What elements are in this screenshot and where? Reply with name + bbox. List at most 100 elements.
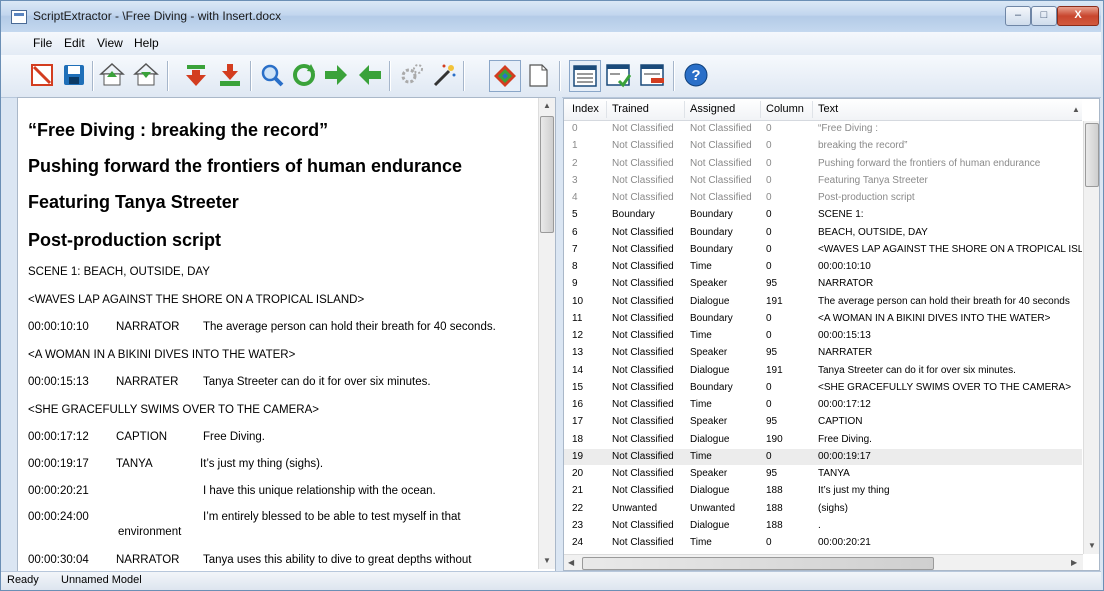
arrow-left-icon[interactable] [355,60,385,90]
diamond-icon[interactable] [489,60,521,92]
table-row[interactable]: 13 Not Classified Speaker 95 NARRATER [564,345,1082,361]
scroll-right-arrow-icon[interactable]: ▶ [1071,558,1077,567]
row-index: 10 [572,295,584,307]
table-row[interactable]: 8 Not Classified Time 0 00:00:10:10 [564,259,1082,275]
paragraph-table[interactable]: Index Trained Assigned Column Text ▲ 0 No… [563,98,1100,571]
refresh-icon[interactable] [289,60,319,90]
close-button[interactable]: X [1057,6,1099,26]
table-row[interactable]: 10 Not Classified Dialogue 191 The average p… [564,294,1082,310]
table-row[interactable]: 22 Unwanted Unwanted 188 (sighs) [564,501,1082,517]
table-row[interactable]: 17 Not Classified Speaker 95 CAPTION [564,414,1082,430]
row-assigned: Speaker [690,347,728,359]
house-down-icon[interactable] [131,60,161,90]
row-column: 0 [766,312,772,324]
table-row[interactable]: 3 Not Classified Not Classified 0 Featuring … [564,173,1082,189]
list-view-icon[interactable] [569,60,601,92]
table-row[interactable]: 15 Not Classified Boundary 0 <SHE GRACEFULLY… [564,380,1082,396]
row-text: <SHE GRACEFULLY SWIMS OVER TO THE CAMERA… [818,381,1072,393]
row-assigned: Boundary [690,226,733,238]
document-scrollbar[interactable]: ▲ ▼ [538,98,555,569]
table-horizontal-scrollbar[interactable]: ◀ ▶ [564,554,1083,570]
column-header-text[interactable]: Text [818,103,838,115]
column-divider[interactable] [606,101,607,118]
table-row[interactable]: 11 Not Classified Boundary 0 <A WOMAN IN A B… [564,311,1082,327]
column-header-assigned[interactable]: Assigned [690,103,735,115]
row-trained: Not Classified [612,123,674,134]
table-row[interactable]: 18 Not Classified Dialogue 190 Free Diving. [564,432,1082,448]
table-vscroll-thumb[interactable] [1085,123,1099,187]
row-column: 95 [766,468,778,479]
arrow-down-red-icon[interactable] [181,60,211,90]
column-header-index[interactable]: Index [572,103,599,115]
table-row[interactable]: 0 Not Classified Not Classified 0 “Free Divi… [564,121,1082,137]
row-assigned: Time [690,330,712,341]
menu-help[interactable]: Help [134,36,159,50]
toolbar-separator [92,61,94,91]
arrow-right-icon[interactable] [321,60,351,90]
document-scrollbar-thumb[interactable] [540,116,554,233]
table-row[interactable]: 7 Not Classified Boundary 0 <WAVES LAP AGAIN… [564,242,1082,258]
table-row[interactable]: 2 Not Classified Not Classified 0 Pushing fo… [564,156,1082,172]
page-icon[interactable] [523,60,553,90]
scroll-down-arrow-icon[interactable]: ▼ [543,556,551,565]
list-check-icon[interactable] [603,60,633,90]
row-assigned: Not Classified [690,192,752,203]
table-row[interactable]: 1 Not Classified Not Classified 0 breaking t… [564,138,1082,154]
document-preview[interactable]: “Free Diving : breaking the record” Push… [17,97,556,572]
table-hscroll-thumb[interactable] [582,557,934,570]
new-icon[interactable] [27,60,57,90]
menu-file[interactable]: File [33,36,52,50]
arrow-down-save-icon[interactable] [215,60,245,90]
maximize-button[interactable]: □ [1031,6,1057,26]
magnify-icon[interactable] [257,60,287,90]
scroll-down-arrow-icon[interactable]: ▼ [1088,541,1096,550]
doc-heading: Post-production script [28,230,221,250]
column-divider[interactable] [684,101,685,118]
magic-wand-icon[interactable] [429,60,459,90]
table-row[interactable]: 20 Not Classified Speaker 95 TANYA [564,466,1082,482]
table-row[interactable]: 4 Not Classified Not Classified 0 Post-produ… [564,190,1082,206]
column-divider[interactable] [812,101,813,118]
column-header-trained[interactable]: Trained [612,103,649,115]
table-vertical-scrollbar[interactable]: ▼ [1083,121,1099,554]
row-column: 190 [766,433,783,445]
gears-icon[interactable] [397,60,427,90]
menu-view[interactable]: View [97,36,123,50]
doc-dialogue: I have this unique relationship with the… [203,485,436,497]
table-row[interactable]: 19 Not Classified Time 0 00:00:19:17 [564,448,1082,465]
table-row[interactable]: 16 Not Classified Time 0 00:00:17:12 [564,397,1082,413]
table-row[interactable]: 9 Not Classified Speaker 95 NARRATOR [564,276,1082,292]
row-index: 0 [572,123,578,134]
doc-speaker: TANYA [116,458,153,470]
scroll-left-arrow-icon[interactable]: ◀ [568,558,574,567]
row-index: 2 [572,157,578,169]
status-model: Unnamed Model [61,574,142,586]
scroll-up-arrow-icon[interactable]: ▲ [543,101,551,110]
scroll-up-arrow-icon[interactable]: ▲ [1072,105,1080,114]
table-row[interactable]: 24 Not Classified Time 0 00:00:20:21 [564,535,1082,551]
menu-edit[interactable]: Edit [64,36,85,50]
house-up-icon[interactable] [97,60,127,90]
minimize-button[interactable]: – [1005,6,1031,26]
row-index: 12 [572,330,584,341]
row-assigned: Unwanted [690,502,736,514]
row-text: SCENE 1: [818,209,864,221]
row-trained: Not Classified [612,140,674,152]
column-header-column[interactable]: Column [766,103,804,115]
save-icon[interactable] [59,60,89,90]
row-index: 24 [572,537,584,548]
row-trained: Unwanted [612,502,658,514]
table-row[interactable]: 21 Not Classified Dialogue 188 It’s just my … [564,483,1082,499]
doc-action-line: <SHE GRACEFULLY SWIMS OVER TO THE CAMERA… [28,404,319,416]
help-icon[interactable]: ? [681,60,711,90]
row-index: 15 [572,381,584,393]
table-row[interactable]: 6 Not Classified Boundary 0 BEACH, OUTSIDE, … [564,225,1082,241]
table-row[interactable]: 5 Boundary Boundary 0 SCENE 1: [564,207,1082,223]
row-trained: Not Classified [612,330,674,341]
pane-splitter[interactable] [556,97,562,570]
table-row[interactable]: 12 Not Classified Time 0 00:00:15:13 [564,328,1082,344]
table-row[interactable]: 23 Not Classified Dialogue 188. [564,518,1082,534]
table-row[interactable]: 14 Not Classified Dialogue 191 Tanya Streete… [564,363,1082,379]
column-divider[interactable] [760,101,761,118]
list-remove-icon[interactable] [637,60,667,90]
